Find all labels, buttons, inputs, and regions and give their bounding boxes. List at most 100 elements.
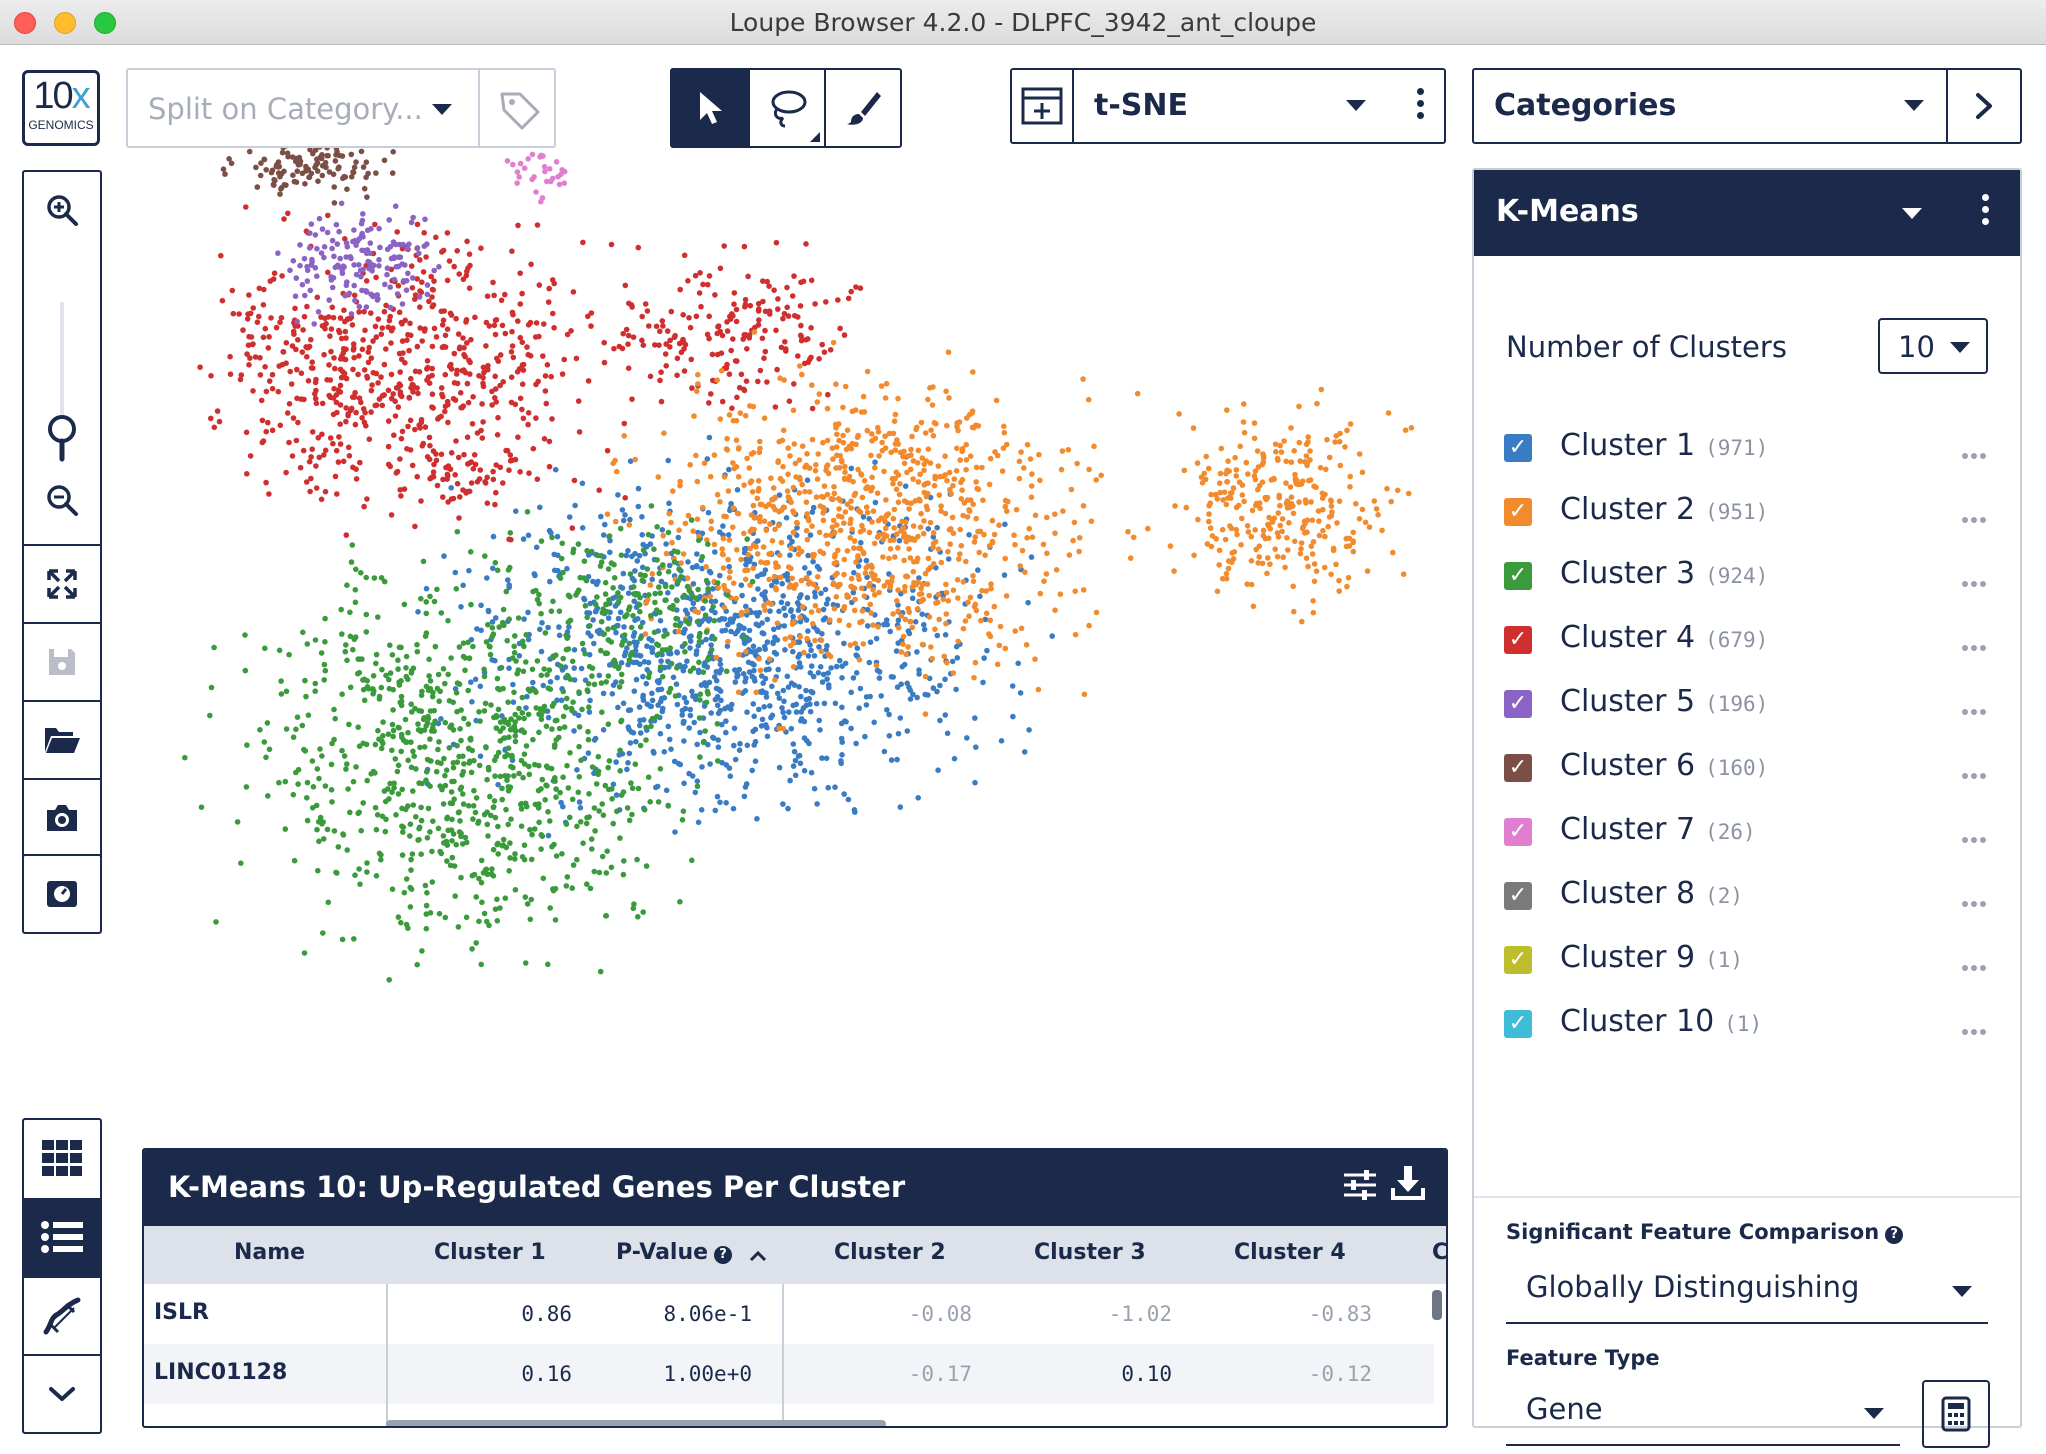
table-column-headers: Name Cluster 1 P-Value? Cluster 2 Cluste… — [144, 1226, 1446, 1284]
calculator-button[interactable] — [1922, 1380, 1990, 1448]
col-cluster-5-partial[interactable]: C — [1432, 1240, 1446, 1265]
tag-button[interactable] — [478, 70, 556, 146]
cluster-more-button[interactable] — [1962, 828, 1990, 843]
zoom-in-button[interactable] — [24, 182, 100, 238]
clusters-panel: K-Means Number of Clusters 10 ✓ Cluster 1… — [1472, 168, 2022, 1448]
cluster-checkbox[interactable]: ✓ — [1504, 818, 1532, 846]
projection-dropdown[interactable]: t-SNE — [1010, 68, 1446, 144]
table-horizontal-scrollbar[interactable] — [386, 1420, 886, 1426]
panel-collapse-button[interactable] — [1946, 70, 2020, 142]
snapshot-toolbar — [22, 854, 102, 934]
cluster-more-button[interactable] — [1962, 444, 1990, 459]
sig-feature-select[interactable]: Globally Distinguishing — [1506, 1260, 1988, 1324]
cluster-label: Cluster 1 (971) — [1560, 428, 1769, 463]
chevron-down-icon[interactable] — [1902, 208, 1922, 219]
panel-header: K-Means — [1474, 170, 2020, 256]
selection-tools — [670, 68, 902, 148]
export-image-button[interactable] — [24, 856, 100, 932]
folder-open-icon — [45, 728, 80, 753]
panel-more-button[interactable] — [1982, 194, 1990, 230]
save-icon — [49, 649, 75, 675]
save-button[interactable] — [24, 624, 100, 700]
cluster-label: Cluster 9 (1) — [1560, 940, 1744, 975]
sliders-icon — [1344, 1170, 1376, 1200]
table-vertical-scrollbar[interactable] — [1432, 1290, 1442, 1320]
table-row[interactable]: ISLR 0.86 8.06e-1 -0.08 -1.02 -0.83 — [144, 1284, 1434, 1344]
panel-title: K-Means — [1496, 194, 1639, 229]
view-toolbar — [22, 1118, 102, 1434]
chevron-down-icon — [1952, 1286, 1972, 1297]
table-settings-button[interactable] — [1342, 1168, 1378, 1206]
violin-plot-button[interactable] — [24, 1278, 100, 1354]
cluster-checkbox[interactable]: ✓ — [1504, 882, 1532, 910]
chevron-down-icon — [49, 1387, 75, 1401]
cluster-more-button[interactable] — [1962, 508, 1990, 523]
num-clusters-select[interactable]: 10 — [1878, 318, 1988, 374]
cluster-row[interactable]: ✓ Cluster 7 (26) — [1504, 808, 2004, 858]
cluster-row[interactable]: ✓ Cluster 10 (1) — [1504, 1000, 2004, 1050]
cluster-more-button[interactable] — [1962, 764, 1990, 779]
violin-icon — [43, 1297, 81, 1335]
cluster-row[interactable]: ✓ Cluster 6 (160) — [1504, 744, 2004, 794]
table-row[interactable]: LINC01128 0.16 1.00e+0 -0.17 0.10 -0.12 — [144, 1344, 1434, 1404]
window-title: Loupe Browser 4.2.0 - DLPFC_3942_ant_clo… — [729, 8, 1317, 37]
cluster-label: Cluster 8 (2) — [1560, 876, 1744, 911]
cluster-checkbox[interactable]: ✓ — [1504, 946, 1532, 974]
projection-label: t-SNE — [1094, 88, 1188, 123]
cluster-row[interactable]: ✓ Cluster 4 (679) — [1504, 616, 2004, 666]
cluster-checkbox[interactable]: ✓ — [1504, 1010, 1532, 1038]
cluster-row[interactable]: ✓ Cluster 2 (951) — [1504, 488, 2004, 538]
cluster-checkbox[interactable]: ✓ — [1504, 626, 1532, 654]
cluster-checkbox[interactable]: ✓ — [1504, 434, 1532, 462]
cluster-row[interactable]: ✓ Cluster 1 (971) — [1504, 424, 2004, 474]
col-p-value[interactable]: P-Value? — [616, 1240, 733, 1265]
cluster-more-button[interactable] — [1962, 572, 1990, 587]
grid-view-button[interactable] — [24, 1120, 100, 1196]
col-name[interactable]: Name — [234, 1240, 305, 1265]
cluster-more-button[interactable] — [1962, 892, 1990, 907]
open-file-button[interactable] — [24, 702, 100, 778]
expand-arrows-icon — [47, 569, 77, 599]
grid-icon — [42, 1140, 82, 1176]
cluster-more-button[interactable] — [1962, 636, 1990, 651]
lasso-tool-button[interactable] — [748, 70, 824, 146]
cluster-row[interactable]: ✓ Cluster 8 (2) — [1504, 872, 2004, 922]
slider-handle-icon — [48, 415, 76, 462]
col-cluster-3[interactable]: Cluster 3 — [1034, 1240, 1146, 1265]
zoom-out-button[interactable] — [24, 472, 100, 528]
projection-more-button[interactable] — [1417, 88, 1425, 124]
screenshot-button[interactable] — [24, 780, 100, 856]
brush-icon — [847, 92, 881, 125]
split-category-dropdown[interactable]: Split on Category... — [126, 68, 556, 148]
add-projection-button[interactable] — [1012, 70, 1074, 142]
paint-brush-tool-button[interactable] — [824, 70, 900, 146]
cluster-row[interactable]: ✓ Cluster 9 (1) — [1504, 936, 2004, 986]
col-cluster-4[interactable]: Cluster 4 — [1234, 1240, 1346, 1265]
pointer-tool-button[interactable] — [672, 70, 748, 146]
camera-icon — [47, 805, 77, 831]
cluster-more-button[interactable] — [1962, 1020, 1990, 1035]
cluster-row[interactable]: ✓ Cluster 3 (924) — [1504, 552, 2004, 602]
cluster-checkbox[interactable]: ✓ — [1504, 690, 1532, 718]
list-view-button[interactable] — [24, 1198, 100, 1276]
col-cluster-2[interactable]: Cluster 2 — [834, 1240, 946, 1265]
cluster-more-button[interactable] — [1962, 700, 1990, 715]
table-download-button[interactable] — [1390, 1164, 1426, 1206]
cluster-row[interactable]: ✓ Cluster 5 (196) — [1504, 680, 2004, 730]
feature-type-select[interactable]: Gene — [1506, 1382, 1900, 1446]
zoom-slider-handle[interactable] — [24, 410, 100, 466]
more-views-button[interactable] — [24, 1356, 100, 1432]
col-cluster-1[interactable]: Cluster 1 — [434, 1240, 546, 1265]
chevron-down-icon — [432, 104, 452, 115]
sort-ascending-icon[interactable] — [748, 1248, 768, 1267]
cluster-checkbox[interactable]: ✓ — [1504, 498, 1532, 526]
cluster-checkbox[interactable]: ✓ — [1504, 754, 1532, 782]
chevron-down-icon — [1864, 1408, 1884, 1419]
cluster-checkbox[interactable]: ✓ — [1504, 562, 1532, 590]
calculator-icon — [1941, 1396, 1971, 1432]
genes-table: K-Means 10: Up-Regulated Genes Per Clust… — [142, 1148, 1448, 1428]
cluster-more-button[interactable] — [1962, 956, 1990, 971]
categories-dropdown[interactable]: Categories — [1472, 68, 2022, 144]
fit-to-view-button[interactable] — [24, 546, 100, 622]
tsne-plot[interactable] — [110, 106, 1470, 1186]
